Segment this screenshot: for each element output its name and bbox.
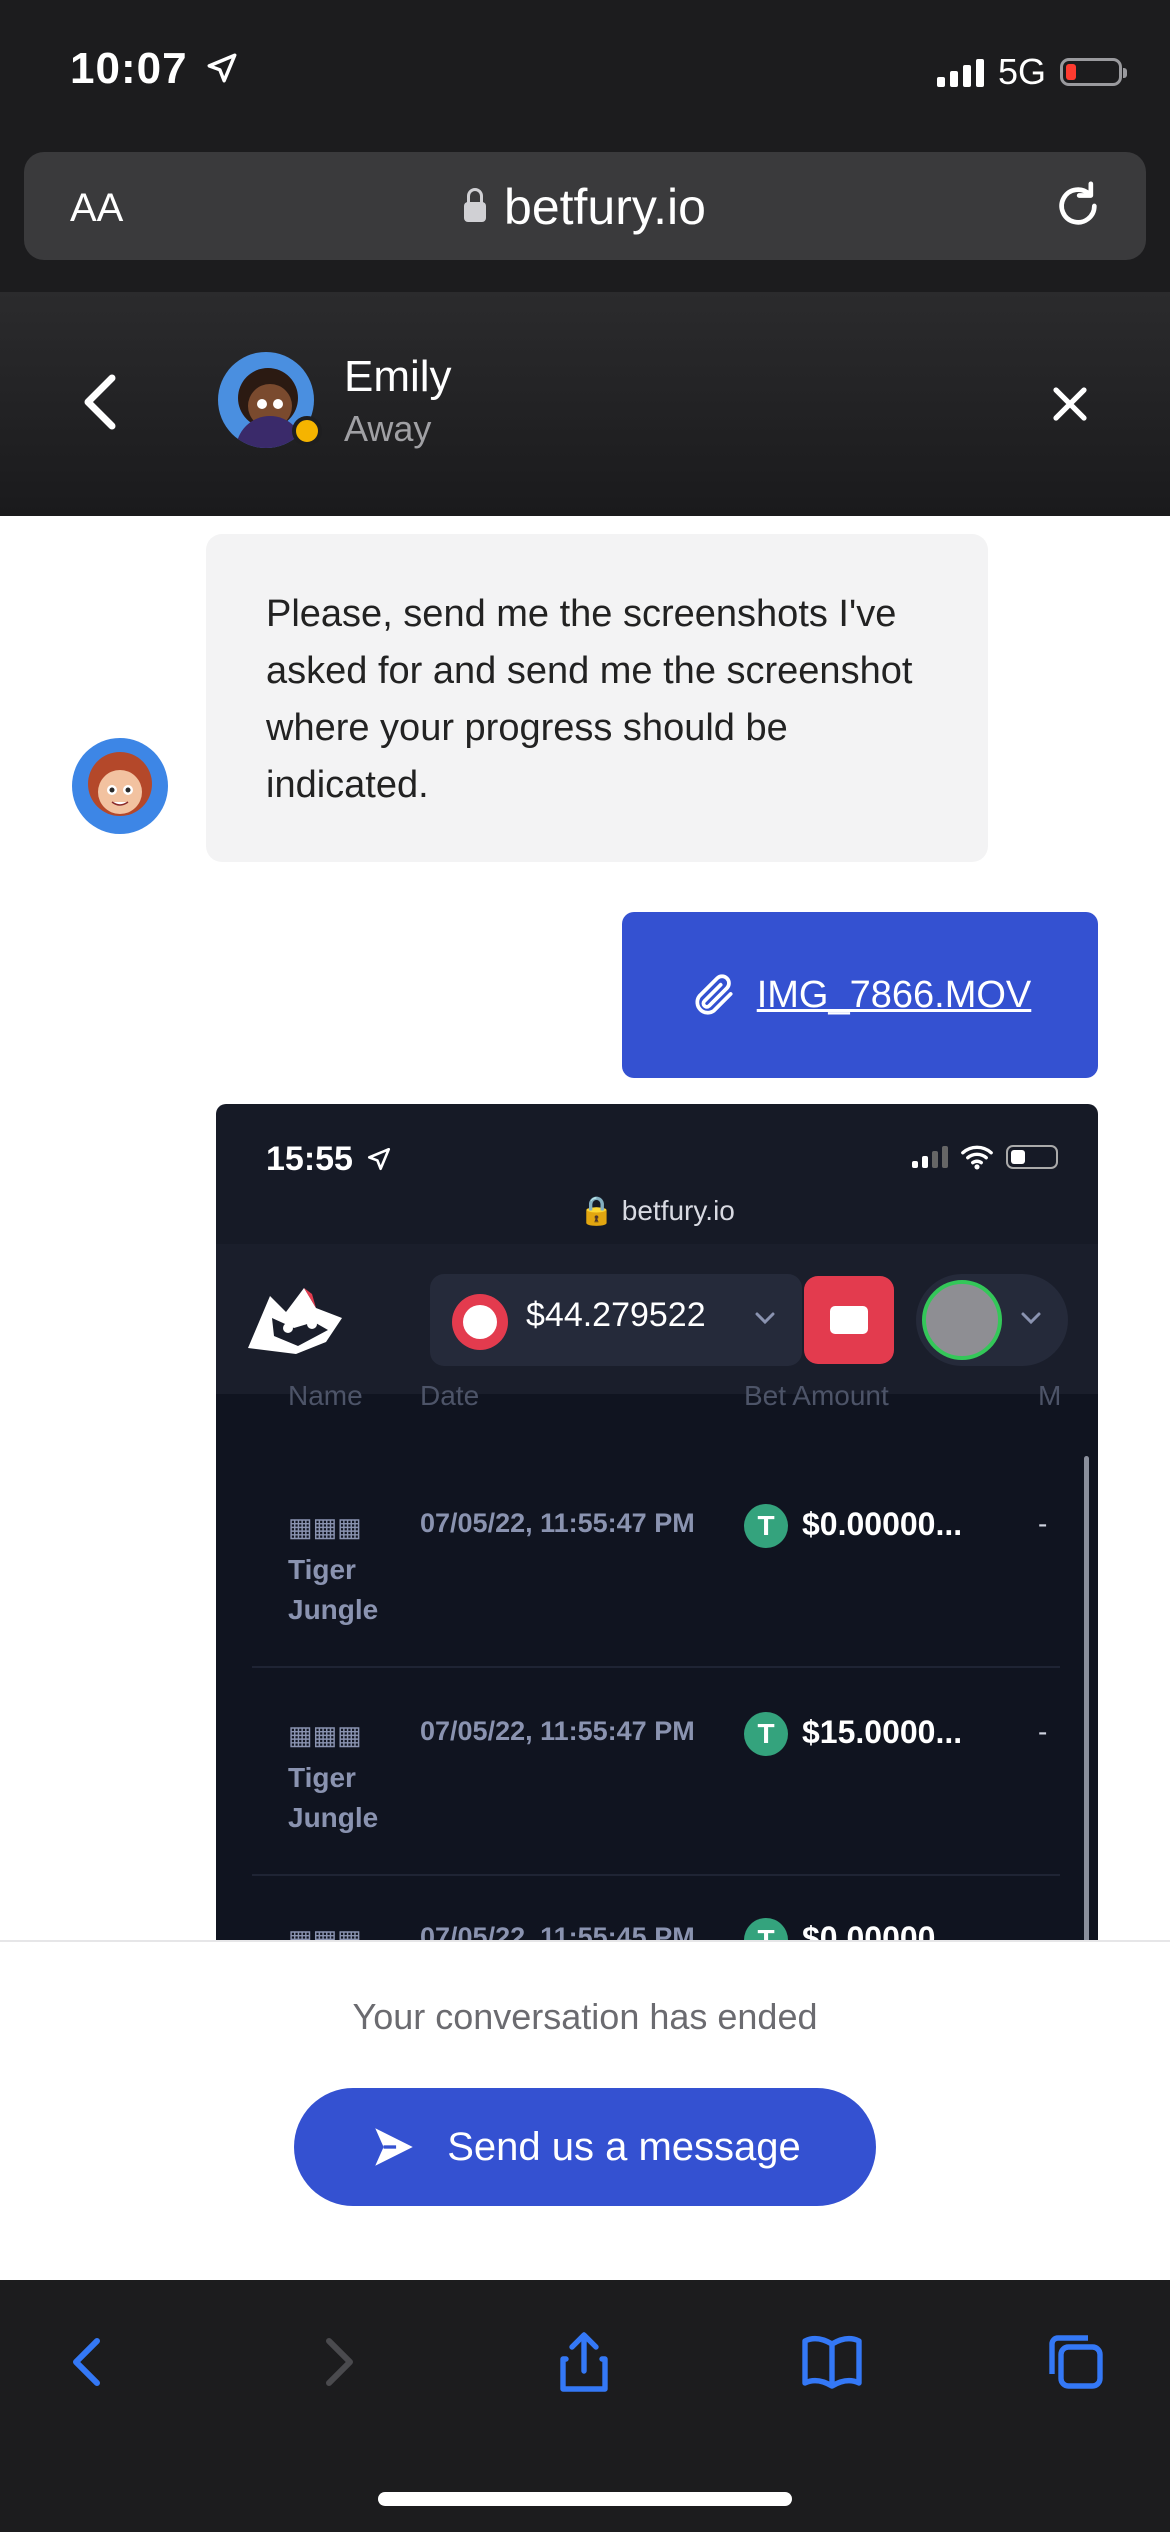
table-row-date: 07/05/22, 11:55:47 PM	[420, 1716, 695, 1746]
send-message-label: Send us a message	[447, 2124, 801, 2169]
slots-icon: ▦▦▦	[288, 1512, 362, 1542]
row-divider	[252, 1666, 1060, 1668]
table-scrollbar[interactable]	[1084, 1456, 1089, 1940]
slots-icon: ▦▦▦	[288, 1720, 362, 1750]
table-row-amount: $0.00000...	[802, 1920, 963, 1940]
outgoing-attachment-bubble[interactable]: IMG_7866.MOV	[622, 912, 1098, 1078]
battery-icon	[1060, 58, 1127, 86]
agent-status: Away	[344, 408, 432, 449]
back-icon[interactable]	[52, 2326, 124, 2398]
table-row-date: 07/05/22, 11:55:47 PM	[420, 1508, 695, 1538]
screenshot-url: 🔒 betfury.io	[579, 1195, 735, 1226]
send-icon	[375, 2128, 413, 2166]
signal-icon	[912, 1146, 948, 1168]
table-row-m: -	[1038, 1716, 1048, 1747]
balance-amount: $44.279522	[526, 1296, 706, 1334]
chevron-down-icon	[755, 1312, 775, 1325]
screenshot-status-time: 15:55	[266, 1140, 392, 1179]
agent-name: Emily	[344, 352, 452, 401]
table-row-amount: $0.00000...	[802, 1506, 963, 1542]
tabs-icon[interactable]	[1040, 2326, 1112, 2398]
location-arrow-icon	[207, 53, 237, 83]
status-indicators: 5G	[936, 50, 1127, 94]
column-header-date: Date	[420, 1380, 480, 1411]
url-display[interactable]: betfury.io	[0, 178, 1170, 236]
table-row-amount: $15.0000...	[802, 1714, 963, 1750]
profile-avatar	[922, 1280, 1002, 1360]
send-message-button[interactable]: Send us a message	[294, 2088, 876, 2206]
row-divider	[252, 1874, 1060, 1876]
location-arrow-icon	[368, 1147, 391, 1171]
table-row-m: -	[1038, 1508, 1048, 1539]
raccoon-logo-icon	[248, 1288, 342, 1354]
home-indicator	[378, 2492, 792, 2506]
away-status-dot	[292, 416, 322, 446]
incoming-message-bubble: Please, send me the screenshots I've ask…	[206, 534, 988, 862]
table-row-game: Tiger Jungle	[288, 1554, 379, 1625]
status-time: 10:07	[70, 44, 239, 94]
wallet-button[interactable]	[804, 1276, 894, 1364]
screenshot-status-indicators	[912, 1144, 1058, 1170]
chat-header	[0, 292, 1170, 516]
tether-icon: T	[744, 1504, 788, 1548]
back-chevron-icon[interactable]	[80, 372, 120, 432]
tether-icon: T	[744, 1712, 788, 1756]
signal-icon	[936, 57, 984, 87]
chevron-down-icon	[1021, 1312, 1041, 1325]
conversation-ended-text: Your conversation has ended	[352, 1996, 818, 2037]
reload-icon[interactable]	[1050, 178, 1106, 234]
attached-screenshot[interactable]: 15:55 🔒 betfury.io $44.279522 Name Date …	[216, 1104, 1098, 1940]
column-header-m: M	[1038, 1380, 1062, 1411]
attachment-link[interactable]: IMG_7866.MOV	[757, 974, 1032, 1017]
network-label: 5G	[997, 51, 1046, 92]
forward-icon[interactable]	[302, 2326, 374, 2398]
table-row-date: 07/05/22, 11:55:45 PM	[420, 1922, 695, 1940]
bfg-coin-icon	[452, 1294, 508, 1350]
share-icon[interactable]	[548, 2326, 620, 2398]
slots-icon: ▦▦▦	[288, 1924, 362, 1940]
paperclip-icon	[695, 974, 733, 1015]
support-avatar	[72, 738, 168, 834]
profile-menu[interactable]	[916, 1274, 1068, 1366]
battery-icon	[1006, 1145, 1058, 1169]
column-header-bet-amount: Bet Amount	[744, 1380, 889, 1411]
wifi-icon	[961, 1145, 993, 1170]
bookmarks-icon[interactable]	[796, 2326, 868, 2398]
lock-icon	[464, 188, 487, 222]
table-row-game: Tiger Jungle	[288, 1762, 379, 1833]
close-icon[interactable]	[1050, 384, 1090, 424]
column-header-name: Name	[288, 1380, 363, 1411]
